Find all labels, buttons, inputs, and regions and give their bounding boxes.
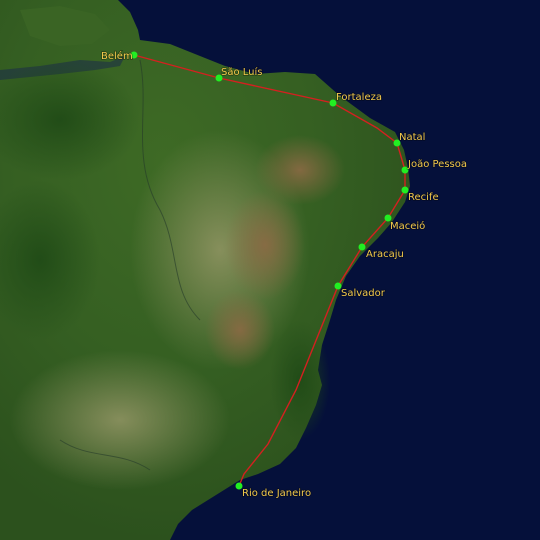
city-label: São Luís (221, 66, 263, 78)
terrain-brown-3 (205, 290, 275, 370)
city-label: Recife (408, 192, 439, 203)
terrain-brown-1 (225, 190, 305, 300)
city-label: João Pessoa (407, 159, 467, 170)
city-marker (358, 243, 366, 251)
satellite-map[interactable]: Belém São Luís Fortaleza Natal João Pess… (0, 0, 540, 540)
city-label: Maceió (390, 220, 425, 232)
city-label: Natal (399, 132, 425, 143)
terrain-brown-2 (255, 135, 345, 205)
city-label: Fortaleza (336, 92, 382, 103)
map-canvas: Belém São Luís Fortaleza Natal João Pess… (0, 0, 540, 540)
city-label: Belém (101, 50, 133, 62)
city-label: Salvador (341, 288, 386, 299)
city-belem[interactable]: Belém (100, 49, 138, 63)
city-label: Aracaju (366, 249, 404, 260)
city-label: Rio de Janeiro (242, 488, 311, 499)
terrain-tan-south (10, 350, 230, 490)
